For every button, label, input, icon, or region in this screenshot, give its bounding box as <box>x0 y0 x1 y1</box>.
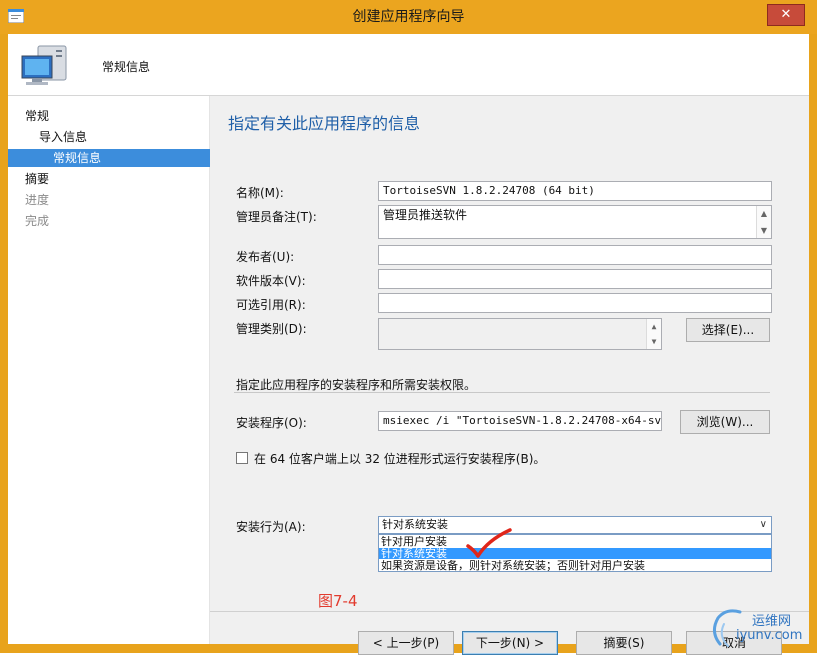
install-behavior-label: 安装行为(A): <box>236 520 306 534</box>
header-title: 常规信息 <box>102 60 151 74</box>
option-user-install[interactable]: 针对用户安装 <box>379 536 771 547</box>
installer-label: 安装程序(O): <box>236 416 307 430</box>
software-version-label: 软件版本(V): <box>236 274 306 288</box>
install-behavior-dropdown[interactable]: 针对系统安装 ∨ <box>378 516 772 534</box>
scroll-up-icon[interactable]: ▲ <box>647 320 661 333</box>
title-bar: 创建应用程序向导 ✕ <box>0 0 817 34</box>
software-version-field[interactable] <box>378 269 772 289</box>
close-button[interactable]: ✕ <box>767 4 805 26</box>
admin-comments-label: 管理员备注(T): <box>236 210 317 224</box>
admin-comments-field[interactable]: 管理员推送软件 ▲ ▼ <box>378 205 772 239</box>
run-32bit-label: 在 64 位客户端上以 32 位进程形式运行安装程序(B)。 <box>254 452 546 466</box>
admin-categories-scrollbar[interactable]: ▲ ▼ <box>646 319 661 349</box>
computer-icon <box>21 45 67 85</box>
main-panel: 指定有关此应用程序的信息 名称(M): TortoiseSVN 1.8.2.24… <box>210 96 809 655</box>
install-behavior-selected: 针对系统安装 <box>382 518 448 531</box>
admin-comments-value: 管理员推送软件 <box>383 208 468 222</box>
scroll-down-icon[interactable]: ▼ <box>647 335 661 348</box>
admin-comments-scrollbar[interactable]: ▲ ▼ <box>756 206 771 238</box>
publisher-field[interactable] <box>378 245 772 265</box>
name-field[interactable]: TortoiseSVN 1.8.2.24708 (64 bit) <box>378 181 772 201</box>
admin-categories-field[interactable]: ▲ ▼ <box>378 318 662 350</box>
optional-reference-field[interactable] <box>378 293 772 313</box>
watermark-text: 运维网 <box>752 614 792 629</box>
wizard-header: 常规信息 <box>8 34 809 96</box>
installer-field[interactable]: msiexec /i "TortoiseSVN-1.8.2.24708-x64-… <box>378 411 662 431</box>
nav-item-general[interactable]: 常规 <box>25 107 49 125</box>
nav-item-progress: 进度 <box>25 193 50 207</box>
chevron-down-icon[interactable]: ∨ <box>760 517 767 533</box>
summary-button[interactable]: 摘要(S) <box>576 631 672 655</box>
wizard-nav: 常规 导入信息 常规信息 摘要 进度 完成 <box>8 96 210 644</box>
admin-categories-label: 管理类别(D): <box>236 322 307 336</box>
select-categories-button[interactable]: 选择(E)... <box>686 318 770 342</box>
option-device-conditional[interactable]: 如果资源是设备，则针对系统安装；否则针对用户安装 <box>379 560 771 571</box>
name-label: 名称(M): <box>236 186 284 200</box>
scroll-up-icon[interactable]: ▲ <box>757 207 771 220</box>
installer-section-text: 指定此应用程序的安装程序和所需安装权限。 <box>236 378 477 392</box>
next-button[interactable]: 下一步(N) > <box>462 631 558 655</box>
nav-item-general-info[interactable]: 常规信息 <box>8 149 210 167</box>
wizard-window: 创建应用程序向导 ✕ 常规信息 常规 导入信息 常规信息 摘要 进度 完成 指定… <box>0 0 817 655</box>
watermark-url: iyunv.com <box>736 628 803 643</box>
previous-button[interactable]: < 上一步(P) <box>358 631 454 655</box>
run-32bit-checkbox[interactable] <box>236 452 248 464</box>
install-behavior-options: 针对用户安装 针对系统安装 如果资源是设备，则针对系统安装；否则针对用户安装 <box>378 534 772 572</box>
red-checkmark-annotation <box>466 528 512 558</box>
nav-item-summary[interactable]: 摘要 <box>25 170 49 188</box>
option-system-install[interactable]: 针对系统安装 <box>379 548 771 559</box>
publisher-label: 发布者(U): <box>236 250 295 264</box>
nav-item-import-info[interactable]: 导入信息 <box>39 128 87 146</box>
page-heading: 指定有关此应用程序的信息 <box>228 114 421 133</box>
figure-annotation: 图7-4 <box>318 592 358 610</box>
browse-button[interactable]: 浏览(W)... <box>680 410 770 434</box>
wizard-content: 常规信息 常规 导入信息 常规信息 摘要 进度 完成 指定有关此应用程序的信息 … <box>8 34 809 655</box>
optional-reference-label: 可选引用(R): <box>236 298 306 312</box>
scroll-down-icon[interactable]: ▼ <box>757 224 771 237</box>
nav-item-completion: 完成 <box>25 214 50 228</box>
window-title: 创建应用程序向导 <box>352 9 465 25</box>
